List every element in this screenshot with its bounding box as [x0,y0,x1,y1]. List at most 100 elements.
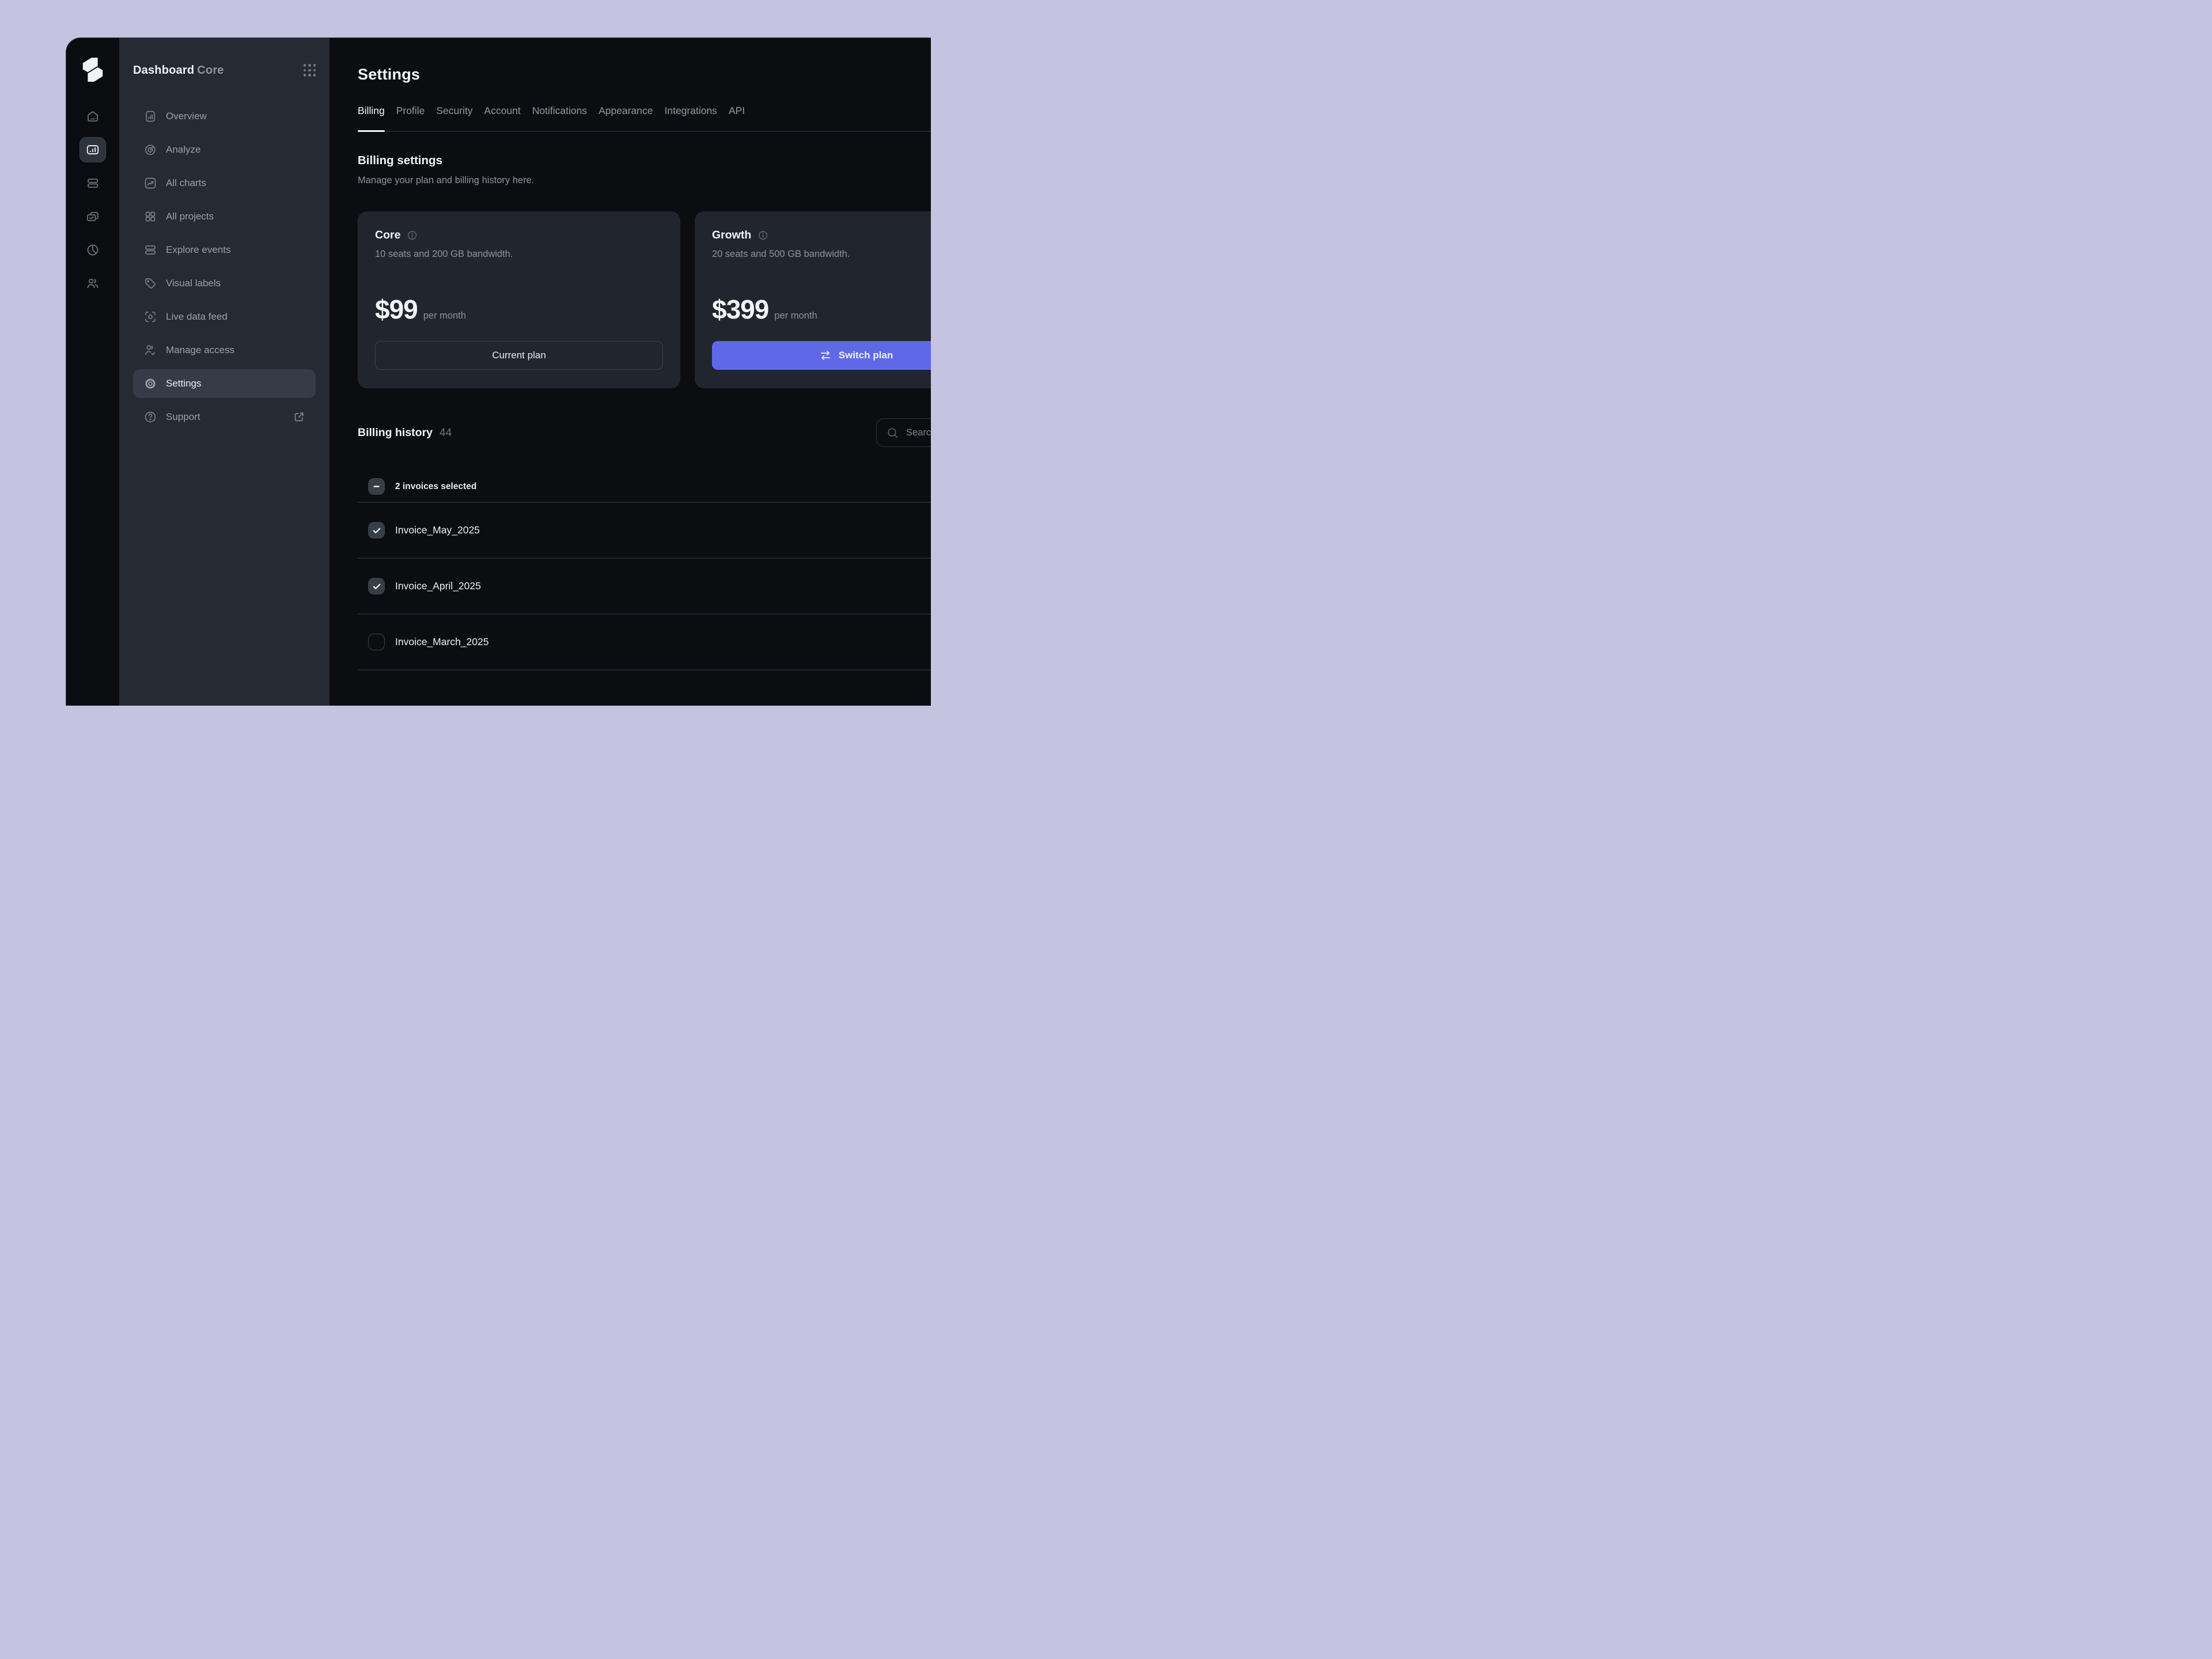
rail-item-reports[interactable] [79,237,106,263]
tab-integrations[interactable]: Integrations [664,105,717,117]
analyze-target-icon [143,143,157,157]
invoice-checkbox[interactable] [368,634,385,650]
tab-appearance[interactable]: Appearance [599,105,653,117]
plan-description: 20 seats and 500 GB bandwidth. [712,249,931,260]
sidebar-item-settings[interactable]: Settings [133,369,316,398]
rail-item-rows[interactable] [79,171,106,196]
current-plan-button[interactable]: Current plan [375,341,663,370]
invoice-label: Invoice_April_2025 [395,580,481,592]
tab-notifications[interactable]: Notifications [532,105,587,117]
sidebar-item-overview[interactable]: Overview [133,102,316,131]
plan-period: per month [774,310,817,321]
billing-history-count: 44 [440,427,452,440]
info-icon[interactable] [757,230,768,241]
switch-arrows-icon [819,349,832,362]
sidebar-item-live-data-feed[interactable]: Live data feed [133,302,316,331]
pie-chart-icon [86,243,100,257]
tab-bar: Billing Profile Security Account Notific… [358,105,931,132]
section-subtitle: Manage your plan and billing history her… [358,175,931,186]
sidebar-item-label: Visual labels [166,278,221,289]
rail-nav [79,104,106,296]
tab-profile[interactable]: Profile [396,105,425,117]
billing-history-header: Billing history 44 [358,418,931,447]
invoice-label: Invoice_March_2025 [395,636,488,648]
plan-price: $99 [375,294,418,325]
main-content: Settings Billing Profile Security Accoun… [329,38,931,706]
search-box[interactable] [876,418,931,447]
bar-chart-frame-icon [86,143,100,157]
tab-billing[interactable]: Billing [358,105,385,117]
rows-icon [86,176,100,190]
invoice-row-may[interactable]: Invoice_May_2025 [358,503,931,559]
sidebar-item-support[interactable]: Support [133,403,316,431]
user-check-icon [143,343,157,357]
invoice-checkbox[interactable] [368,522,385,539]
sidebar-nav: Overview Analyze [133,102,316,431]
tab-security[interactable]: Security [436,105,472,117]
stacked-check-icon [86,210,100,224]
sidebar-item-label: Live data feed [166,311,228,323]
sidebar-item-label: Support [166,411,200,423]
invoice-checkbox[interactable] [368,578,385,594]
rail-item-projects[interactable] [79,204,106,229]
sidebar-item-label: Explore events [166,244,230,256]
rail-item-home[interactable] [79,104,106,129]
plan-card-header: Core [375,229,663,242]
sidebar-item-all-charts[interactable]: All charts [133,169,316,198]
billing-history-title-row: Billing history 44 [358,426,452,440]
search-input[interactable] [906,427,931,438]
plan-name: Growth [712,229,751,242]
sidebar-item-label: All charts [166,177,206,189]
sidebar-item-explore-events[interactable]: Explore events [133,236,316,264]
brand-logo-icon [79,56,106,83]
switch-plan-button[interactable]: Switch plan [712,341,931,370]
plan-card-core: Core 10 seats and 200 GB bandwidth. $99 … [358,211,680,388]
sidebar-item-label: Manage access [166,344,234,356]
brand-name-primary: Dashboard [133,64,194,77]
plan-price-row: $399 per month [712,294,931,325]
sidebar: DashboardCore Overview [119,38,329,706]
selection-summary-row: 2 invoices selected [358,471,931,503]
tab-api[interactable]: API [729,105,745,117]
brand-name-secondary: Core [197,64,224,77]
sidebar-item-visual-labels[interactable]: Visual labels [133,269,316,298]
selection-label: 2 invoices selected [395,482,476,492]
search-icon [886,426,899,440]
invoice-list: 2 invoices selected Invoice_May_2025 Inv… [358,471,931,671]
rail-item-users[interactable] [79,271,106,296]
tab-account[interactable]: Account [484,105,521,117]
tag-icon [143,276,157,290]
sidebar-item-label: Overview [166,111,207,122]
invoice-row-april[interactable]: Invoice_April_2025 [358,559,931,615]
dots-grid-icon[interactable] [304,64,316,77]
sidebar-item-label: Analyze [166,144,200,156]
plan-period: per month [423,310,466,321]
users-icon [86,276,100,290]
sidebar-header: DashboardCore [133,62,316,78]
sidebar-item-analyze[interactable]: Analyze [133,135,316,164]
sidebar-item-label: Settings [166,378,201,389]
plan-price: $399 [712,294,768,325]
billing-history-title: Billing history [358,426,433,440]
icon-rail [66,38,119,706]
rail-item-analytics[interactable] [79,137,106,162]
plan-card-header: Growth [712,229,931,242]
app-window: DashboardCore Overview [66,37,931,706]
select-all-checkbox[interactable] [368,478,385,495]
grid-icon [143,210,157,224]
chart-trend-icon [143,176,157,190]
scan-icon [143,310,157,324]
gear-icon [143,377,157,391]
plan-description: 10 seats and 200 GB bandwidth. [375,249,663,260]
sidebar-item-manage-access[interactable]: Manage access [133,336,316,365]
info-icon[interactable] [407,230,418,241]
home-icon [86,109,100,123]
plan-name: Core [375,229,400,242]
section-title: Billing settings [358,154,931,168]
overview-chart-icon [143,109,157,123]
sidebar-item-all-projects[interactable]: All projects [133,202,316,231]
plan-card-growth: Growth 20 seats and 500 GB bandwidth. $3… [695,211,931,388]
help-circle-icon [143,410,157,424]
switch-plan-button-label: Switch plan [839,350,893,361]
invoice-row-march[interactable]: Invoice_March_2025 [358,615,931,671]
